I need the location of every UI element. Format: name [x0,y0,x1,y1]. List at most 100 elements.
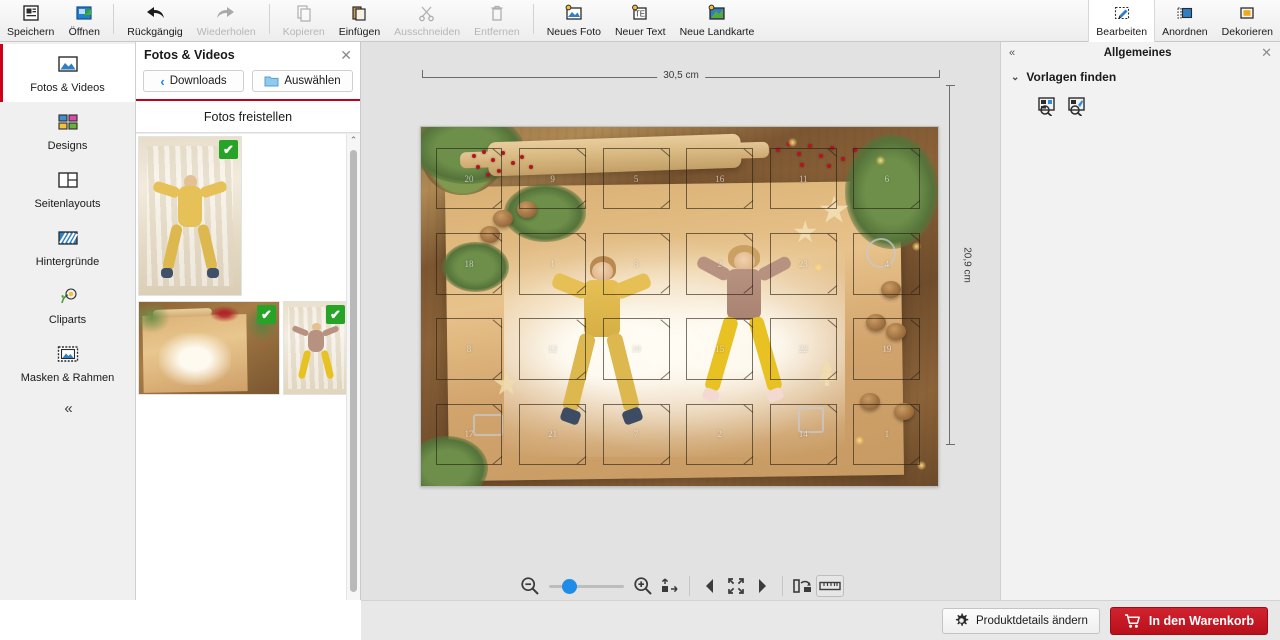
advent-door-hinge [660,285,670,295]
page-canvas[interactable]: 20 9 5 16 11 6 18 1 3 2 23 4 8 12 10 15 22 19 17 21 7 2 14 1 [420,126,939,487]
advent-door[interactable]: 4 [853,233,921,295]
section-header[interactable]: ⌄ Vorlagen finden [1011,70,1270,84]
copy-icon [295,3,313,23]
advent-door-hinge [576,456,587,465]
advent-door[interactable]: 3 [602,233,670,295]
arrange-icon [1175,3,1195,23]
close-icon[interactable]: ✕ [1261,45,1272,61]
bottom-action-bar: Produktdetails ändern In den Warenkorb [361,600,1280,640]
advent-door[interactable]: 8 [435,318,503,380]
advent-door[interactable]: 14 [769,403,838,466]
tab-dekorieren[interactable]: Dekorieren [1215,0,1280,42]
page-swap-icon[interactable] [790,573,816,599]
advent-door[interactable]: 15 [686,318,754,380]
advent-door-hinge [660,370,670,380]
advent-door-number: 18 [464,258,474,269]
next-page-icon[interactable] [749,573,775,599]
new-text-label: Neuer Text [614,26,666,38]
advent-door[interactable]: 1 [853,403,921,466]
advent-door-hinge [910,233,921,243]
list-item[interactable]: ✔ [138,301,280,395]
sidebar-item-hintergruende[interactable]: Hintergründe [0,218,135,276]
photos-panel-scrollbar[interactable]: ⌃ ⌄ [346,134,360,610]
advent-door-hinge [910,404,921,413]
paste-button[interactable]: Einfügen [332,0,387,42]
advent-door[interactable]: 20 [435,147,503,210]
advent-door-number: 3 [633,258,639,269]
advent-door-hinge [743,404,754,413]
tab-fotos-freistellen[interactable]: Fotos freistellen [136,99,360,133]
sidebar-collapse-button[interactable]: « [0,392,135,417]
zoom-slider[interactable] [549,576,624,596]
zoom-out-icon[interactable] [517,573,543,599]
advent-door[interactable]: 17 [435,403,503,466]
advent-door[interactable]: 16 [686,147,754,210]
back-downloads-button[interactable]: ‹ Downloads [143,70,244,92]
find-template-icon[interactable] [1037,96,1057,116]
advent-door[interactable]: 9 [519,147,587,210]
advent-door[interactable]: 21 [519,403,587,466]
new-photo-icon [564,3,584,23]
choose-folder-button[interactable]: Auswählen [252,70,353,92]
ruler-line [949,85,950,445]
advent-door[interactable]: 11 [769,147,838,210]
ruler-cap-right [939,70,940,78]
advent-calendar-photo[interactable]: 20 9 5 16 11 6 18 1 3 2 23 4 8 12 10 15 22 19 17 21 7 2 14 1 [421,127,938,486]
cut-button[interactable]: Ausschneiden [387,0,467,42]
advent-door-number: 16 [715,173,725,184]
advent-door-number: 19 [882,344,892,355]
new-text-button[interactable]: TE Neuer Text [608,0,673,42]
advent-door[interactable]: 22 [769,318,838,380]
save-button[interactable]: Speichern [0,0,61,42]
fit-to-object-icon[interactable] [656,573,682,599]
properties-panel-header: « Allgemeines ✕ [1001,42,1280,64]
fit-page-icon[interactable] [723,573,749,599]
toolbar-group-file: Speichern Öffnen [0,0,107,42]
ruler-cap-bottom [946,444,955,445]
tab-anordnen[interactable]: Anordnen [1155,0,1215,42]
paste-label: Einfügen [338,26,381,38]
advent-door-hinge [492,318,503,328]
advent-door[interactable]: 19 [853,318,921,380]
sidebar-item-seitenlayouts[interactable]: Seitenlayouts [0,160,135,218]
sidebar-item-fotos-videos[interactable]: Fotos & Videos [0,44,135,102]
delete-button[interactable]: Entfernen [467,0,527,42]
advent-door[interactable]: 5 [602,147,670,210]
advent-door[interactable]: 2 [686,233,754,295]
tab-bearbeiten[interactable]: Bearbeiten [1088,0,1156,42]
advent-door[interactable]: 18 [435,233,503,295]
zoom-in-icon[interactable] [630,573,656,599]
sidebar-item-masken-rahmen[interactable]: Masken & Rahmen [0,334,135,392]
zoom-slider-knob[interactable] [562,579,577,594]
advent-door-hinge [743,200,754,209]
scrollbar-thumb[interactable] [350,150,357,592]
produktdetails-aendern-button[interactable]: Produktdetails ändern [942,607,1100,634]
previous-page-icon[interactable] [697,573,723,599]
sidebar-item-label: Hintergründe [35,256,100,268]
list-item[interactable]: ✔ [283,301,349,395]
close-icon[interactable]: ✕ [340,47,352,64]
ruler-icon[interactable] [816,575,844,597]
sidebar-item-designs[interactable]: Designs [0,102,135,160]
sidebar-item-cliparts[interactable]: Cliparts [0,276,135,334]
undo-button[interactable]: Rückgängig [120,0,189,42]
advent-door[interactable]: 6 [853,147,921,210]
advent-door-hinge [743,370,754,380]
advent-door[interactable]: 7 [602,403,670,466]
list-item[interactable]: ✔ [138,136,242,296]
advent-door[interactable]: 1 [519,233,587,295]
new-map-button[interactable]: Neue Landkarte [673,0,762,42]
copy-button[interactable]: Kopieren [276,0,332,42]
in-den-warenkorb-button[interactable]: In den Warenkorb [1109,606,1268,635]
trash-icon [488,3,506,23]
choose-folder-label: Auswählen [284,75,341,87]
open-button[interactable]: Öffnen [61,0,107,42]
advent-door[interactable]: 12 [519,318,587,380]
redo-button[interactable]: Wiederholen [190,0,263,42]
find-template-edit-icon[interactable] [1067,96,1087,116]
advent-door[interactable]: 2 [686,403,754,466]
advent-door[interactable]: 10 [602,318,670,380]
scroll-up-button[interactable]: ⌃ [347,134,360,147]
new-photo-button[interactable]: Neues Foto [540,0,608,42]
advent-door[interactable]: 23 [769,233,838,295]
